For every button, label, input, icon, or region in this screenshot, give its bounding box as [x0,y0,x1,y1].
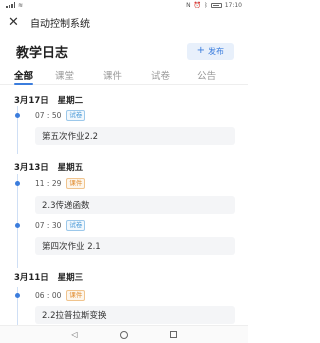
timeline-dot [15,293,20,298]
tab-label: 全部 [14,70,34,82]
log-entry-card[interactable]: 第四次作业 2.1 [35,237,235,255]
entry-text: 第五次作业2.2 [42,132,99,142]
tab-all[interactable]: 全部 [8,65,39,85]
tab-label: 试卷 [151,70,171,82]
entry-meta: 07 : 30 试卷 [35,220,86,231]
entry-meta: 06 : 00 课件 [35,290,86,301]
app-title: 自动控制系统 [30,18,90,30]
close-icon[interactable]: ✕ [8,16,24,29]
tab-announcement[interactable]: 公告 [197,65,216,85]
timeline-dot [15,113,20,118]
entry-meta: 11 : 29 课件 [35,178,86,189]
recents-icon[interactable] [169,331,177,338]
page-title: 教学日志 [16,45,69,61]
title-bar: ✕ 自动控制系统 [0,12,248,32]
system-nav-bar: ◁ [0,325,248,343]
back-icon[interactable]: ◁ [71,330,77,339]
publish-button-label: 发布 [208,46,224,56]
status-right: N ⏰ ᛒ 17:10 [186,2,242,9]
timeline-dot [15,181,20,186]
entry-time: 11 : 29 [35,179,62,188]
status-left: ≋ [6,2,23,9]
entry-time: 06 : 00 [35,291,62,300]
tab-label: 公告 [197,70,217,82]
entry-text: 第四次作业 2.1 [42,242,101,252]
weekday: 星期三 [57,273,84,283]
bluetooth-icon: ᛒ [204,1,208,9]
tab-exam[interactable]: 试卷 [151,65,170,85]
alarm-icon: ⏰ [193,1,202,9]
tab-label: 课件 [103,70,123,82]
home-icon[interactable] [119,330,128,339]
publish-button[interactable]: + 发布 [186,42,234,60]
weekday: 星期五 [57,163,84,173]
battery-icon [210,2,222,8]
entry-text: 2.2拉普拉斯变换 [42,311,107,321]
weekday: 星期二 [57,96,84,106]
status-bar: ≋ N ⏰ ᛒ 17:10 [0,0,248,10]
log-entry-card[interactable]: 第五次作业2.2 [35,127,235,145]
tag-badge: 课件 [66,290,86,301]
date: 3月11日 [14,273,49,283]
date-header: 3月11日 星期三 [14,271,83,283]
log-entry-card[interactable]: 2.3传递函数 [35,196,235,214]
date: 3月13日 [14,163,49,173]
date: 3月17日 [14,96,49,106]
tab-courseware[interactable]: 课件 [103,65,122,85]
date-header: 3月13日 星期五 [14,161,83,173]
tab-bar: 全部 课堂 课件 试卷 公告 [0,65,248,85]
timeline-line [17,174,18,268]
plus-icon: + [196,45,205,56]
entry-time: 07 : 50 [35,111,62,120]
tab-class[interactable]: 课堂 [55,65,74,85]
tab-label: 课堂 [55,70,75,82]
tag-badge: 试卷 [66,220,86,231]
status-time: 17:10 [224,1,242,9]
date-header: 3月17日 星期二 [14,94,83,106]
entry-meta: 07 : 50 试卷 [35,110,86,121]
page-header: 教学日志 + 发布 [0,40,248,62]
log-entry-card[interactable]: 2.2拉普拉斯变换 [35,306,235,324]
wifi-icon: ≋ [18,1,24,9]
timeline-dot [15,223,20,228]
signal-icon [6,2,15,8]
entry-text: 2.3传递函数 [42,201,90,211]
tag-badge: 试卷 [66,110,86,121]
nfc-icon: N [186,1,191,9]
tag-badge: 课件 [66,178,86,189]
entry-time: 07 : 30 [35,221,62,230]
